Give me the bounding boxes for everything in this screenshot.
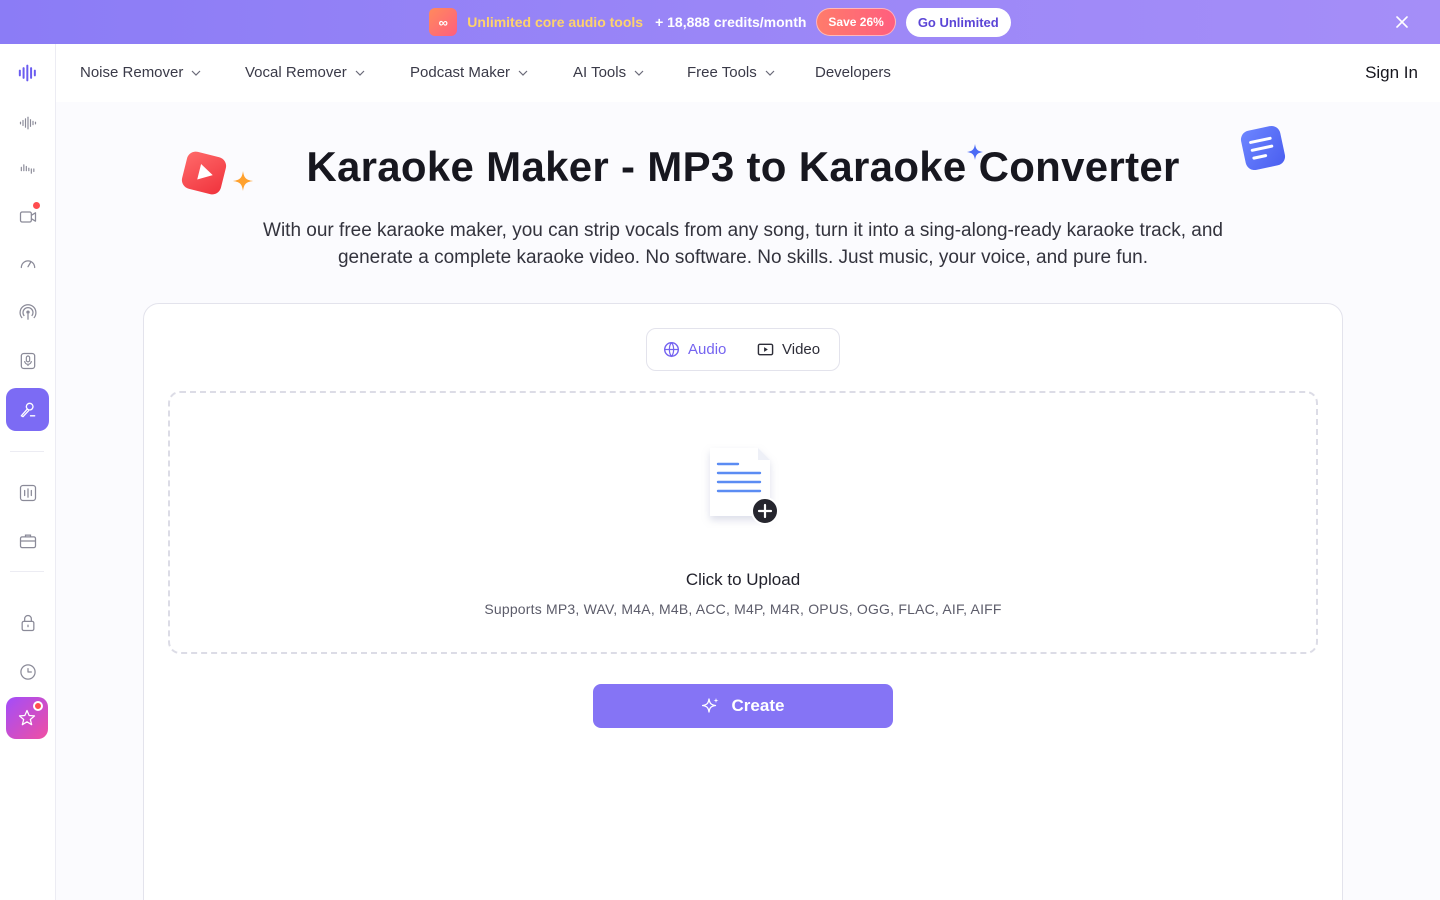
nav-podcast-maker[interactable]: Podcast Maker bbox=[410, 64, 528, 81]
create-label: Create bbox=[731, 696, 785, 715]
create-button[interactable]: Create bbox=[593, 684, 893, 728]
infinity-icon: ∞ bbox=[429, 8, 458, 36]
page-subtitle: With our free karaoke maker, you can str… bbox=[263, 220, 1223, 268]
chevron-down-icon bbox=[518, 70, 528, 76]
mic-icon[interactable] bbox=[6, 339, 49, 382]
tab-audio[interactable]: Audio bbox=[663, 341, 726, 358]
upload-title[interactable]: Click to Upload bbox=[0, 570, 1440, 590]
promo-banner: ∞ Unlimited core audio tools + 18,888 cr… bbox=[0, 0, 1440, 44]
promo-text: Unlimited core audio tools bbox=[467, 14, 644, 30]
media-type-tabs: Audio Video bbox=[646, 328, 840, 371]
video-icon bbox=[757, 343, 774, 356]
sparkle-icon bbox=[701, 698, 719, 713]
toolbox-icon[interactable] bbox=[6, 519, 49, 562]
close-icon[interactable] bbox=[1392, 12, 1412, 32]
nav-noise-remover[interactable]: Noise Remover bbox=[80, 64, 201, 81]
chevron-down-icon bbox=[634, 70, 644, 76]
karaoke-icon[interactable] bbox=[6, 388, 49, 431]
promo-credits: + 18,888 credits/month bbox=[655, 14, 807, 30]
nav-label: Podcast Maker bbox=[410, 64, 511, 81]
file-add-icon[interactable] bbox=[700, 444, 782, 528]
video-record-icon[interactable] bbox=[6, 195, 49, 238]
nav-developers[interactable]: Developers bbox=[815, 64, 891, 81]
chevron-down-icon bbox=[355, 70, 365, 76]
podcast-icon[interactable] bbox=[6, 291, 49, 334]
chevron-down-icon bbox=[191, 70, 201, 76]
star-pro-icon[interactable] bbox=[6, 697, 48, 739]
chevron-down-icon bbox=[765, 70, 775, 76]
clock-icon[interactable] bbox=[6, 650, 49, 693]
logo-icon[interactable] bbox=[6, 51, 49, 94]
sign-in-link[interactable]: Sign In bbox=[1365, 63, 1418, 83]
rail-divider bbox=[10, 451, 44, 452]
notification-dot bbox=[33, 202, 40, 209]
top-nav: Noise Remover Vocal Remover Podcast Make… bbox=[56, 44, 1440, 102]
supported-formats: Supports MP3, WAV, M4A, M4B, ACC, M4P, M… bbox=[484, 601, 1002, 617]
nav-label: Vocal Remover bbox=[245, 64, 347, 81]
tab-video[interactable]: Video bbox=[757, 341, 820, 358]
notification-dot bbox=[33, 701, 43, 711]
tab-label: Video bbox=[782, 341, 821, 358]
speed-icon[interactable] bbox=[6, 243, 49, 286]
page-title: Karaoke Maker - MP3 to Karaoke Converter bbox=[306, 143, 1180, 190]
nav-label: Developers bbox=[815, 64, 891, 81]
nav-label: Free Tools bbox=[687, 64, 757, 81]
nav-label: AI Tools bbox=[573, 64, 627, 81]
nav-vocal-remover[interactable]: Vocal Remover bbox=[245, 64, 365, 81]
go-unlimited-button[interactable]: Go Unlimited bbox=[905, 7, 1011, 37]
globe-icon bbox=[663, 341, 680, 358]
save-badge: Save 26% bbox=[816, 8, 896, 36]
equalizer-icon[interactable] bbox=[6, 471, 49, 514]
nav-free-tools[interactable]: Free Tools bbox=[687, 64, 775, 81]
noise-wave-icon[interactable] bbox=[6, 101, 49, 144]
nav-ai-tools[interactable]: AI Tools bbox=[573, 64, 644, 81]
nav-label: Noise Remover bbox=[80, 64, 184, 81]
tab-label: Audio bbox=[688, 341, 727, 358]
